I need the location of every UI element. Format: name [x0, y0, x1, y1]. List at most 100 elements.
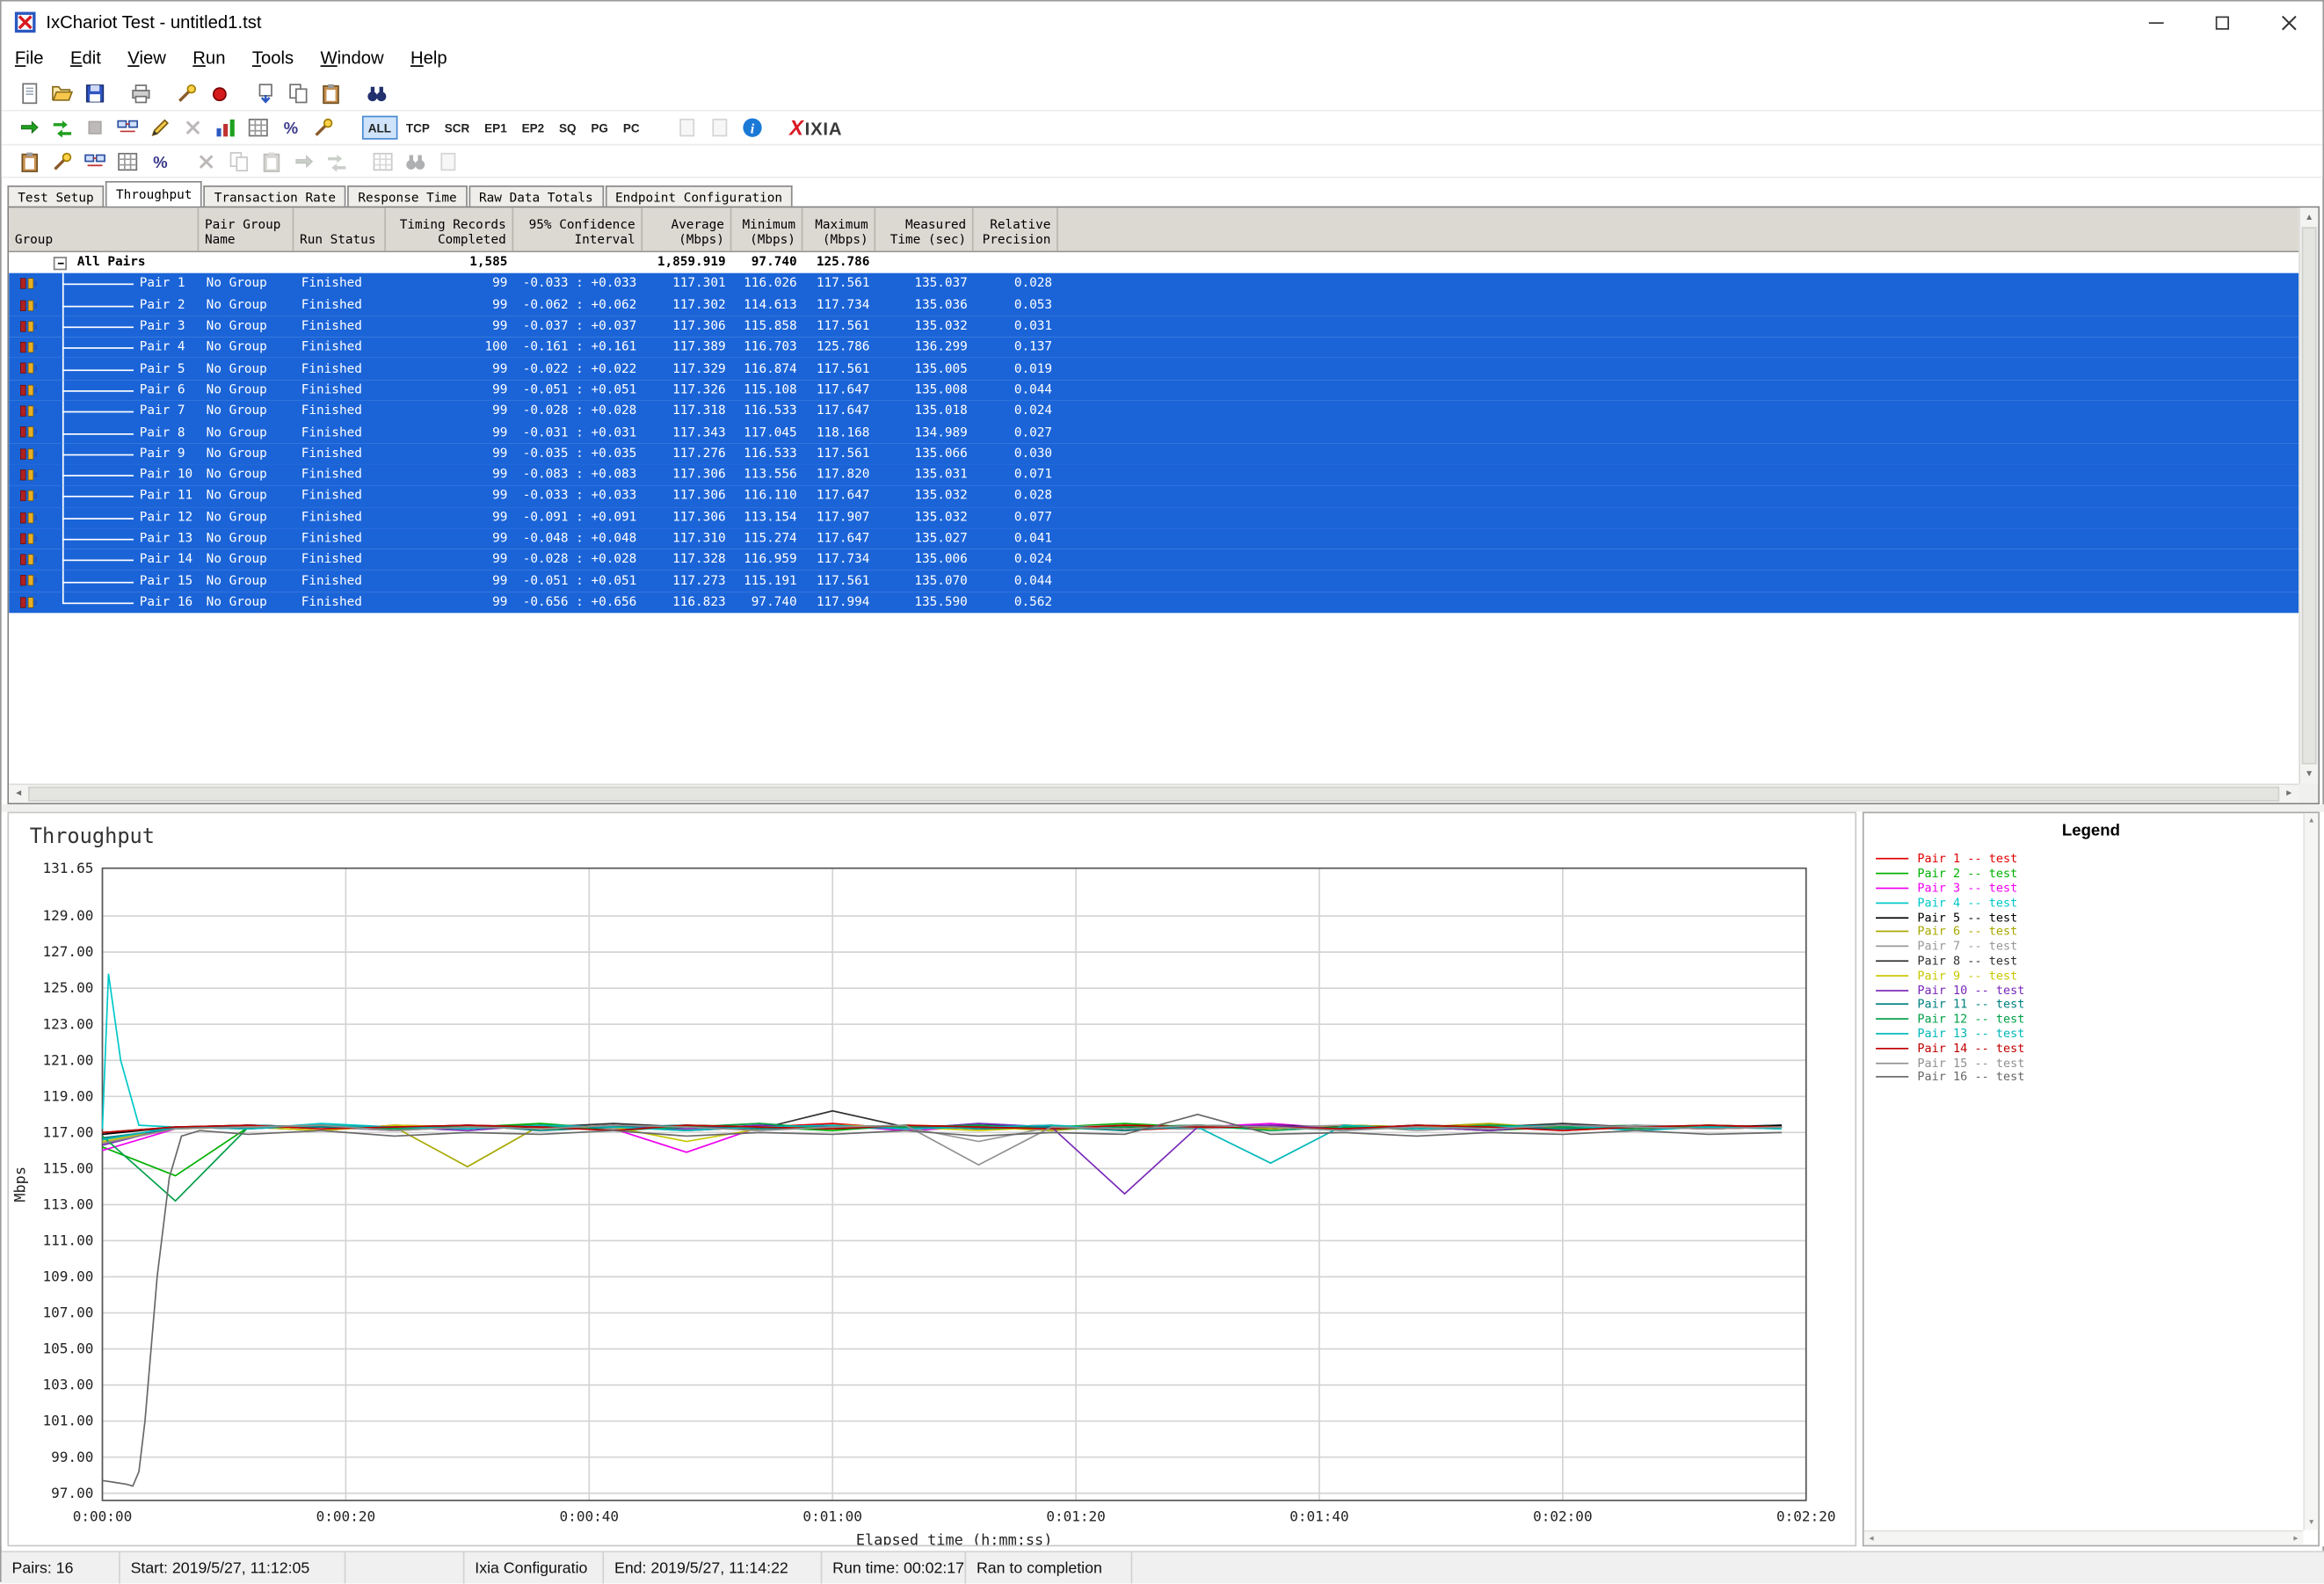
- legend-entry-pair-4-test[interactable]: Pair 4 -- test: [1876, 896, 2298, 911]
- table-row-pair-9[interactable]: Pair 9 No Group Finished 99 -0.035 : +0.035 1…: [9, 443, 2299, 465]
- legend-entry-pair-6-test[interactable]: Pair 6 -- test: [1876, 925, 2298, 940]
- paste-pair-button[interactable]: [257, 147, 287, 175]
- column-header-average-mbps[interactable]: Average (Mbps): [643, 207, 732, 251]
- table-row-pair-7[interactable]: Pair 7 No Group Finished 99 -0.028 : +0.028 1…: [9, 400, 2299, 423]
- percent-view-button[interactable]: %: [145, 147, 175, 175]
- save-test-button[interactable]: [80, 78, 110, 106]
- record-button[interactable]: [205, 78, 235, 106]
- close-button[interactable]: [2255, 2, 2322, 43]
- color-grid-button[interactable]: [113, 147, 142, 175]
- menu-file[interactable]: File: [2, 43, 57, 73]
- legend-scroll-up-arrow[interactable]: ▲: [2305, 813, 2318, 828]
- menu-edit[interactable]: Edit: [57, 43, 114, 73]
- column-header-group[interactable]: Group: [9, 207, 200, 251]
- table-vertical-scrollbar[interactable]: ▲ ▼: [2299, 207, 2319, 784]
- scroll-left-arrow[interactable]: ◄: [9, 785, 29, 803]
- copy-pair-button[interactable]: [224, 147, 254, 175]
- legend-entry-pair-8-test[interactable]: Pair 8 -- test: [1876, 954, 2298, 969]
- legend-entry-pair-3-test[interactable]: Pair 3 -- test: [1876, 881, 2298, 896]
- table-row-pair-3[interactable]: Pair 3 No Group Finished 99 -0.037 : +0.037 1…: [9, 316, 2299, 338]
- legend-horizontal-scrollbar[interactable]: ◄ ►: [1863, 1530, 2304, 1545]
- copy-button[interactable]: [283, 78, 313, 106]
- legend-entry-pair-15-test[interactable]: Pair 15 -- test: [1876, 1056, 2298, 1071]
- minimize-button[interactable]: [2122, 2, 2189, 43]
- legend-entry-pair-2-test[interactable]: Pair 2 -- test: [1876, 867, 2298, 882]
- open-test-button[interactable]: [47, 78, 77, 106]
- column-header-measured-time-sec[interactable]: Measured Time (sec): [875, 207, 974, 251]
- legend-scroll-down-arrow[interactable]: ▼: [2305, 1515, 2318, 1530]
- paste-special-button[interactable]: [15, 147, 45, 175]
- menu-run[interactable]: Run: [179, 43, 239, 73]
- legend-entry-pair-10-test[interactable]: Pair 10 -- test: [1876, 983, 2298, 998]
- scroll-right-arrow[interactable]: ►: [2279, 785, 2299, 803]
- legend-entry-pair-1-test[interactable]: Pair 1 -- test: [1876, 852, 2298, 867]
- legend-entry-pair-5-test[interactable]: Pair 5 -- test: [1876, 910, 2298, 925]
- menu-window[interactable]: Window: [307, 43, 396, 73]
- export-results-button[interactable]: [251, 78, 280, 106]
- edit-run-options-button[interactable]: [172, 78, 202, 106]
- filter-pg-button[interactable]: PG: [585, 116, 614, 140]
- filter-scr-button[interactable]: SCR: [439, 116, 476, 140]
- maximize-button[interactable]: [2189, 2, 2255, 43]
- filter-ep1-button[interactable]: EP1: [478, 116, 512, 140]
- table-row-pair-14[interactable]: Pair 14 No Group Finished 99 -0.028 : +0.028…: [9, 549, 2299, 571]
- menu-view[interactable]: View: [114, 43, 179, 73]
- legend-entry-pair-11-test[interactable]: Pair 11 -- test: [1876, 998, 2298, 1013]
- table-row-pair-6[interactable]: Pair 6 No Group Finished 99 -0.051 : +0.051 1…: [9, 379, 2299, 401]
- filter-ep2-button[interactable]: EP2: [516, 116, 550, 140]
- column-header-timing-records-completed[interactable]: Timing Records Completed: [386, 207, 514, 251]
- view-grid-button[interactable]: [243, 113, 273, 142]
- refresh-results-button[interactable]: [705, 113, 735, 142]
- filter-pc-button[interactable]: PC: [617, 116, 645, 140]
- filter-all-button[interactable]: ALL: [361, 115, 397, 140]
- stop-run-button[interactable]: [80, 113, 110, 142]
- table-row-pair-2[interactable]: Pair 2 No Group Finished 99 -0.062 : +0.062 1…: [9, 294, 2299, 316]
- menu-tools[interactable]: Tools: [239, 43, 308, 73]
- collapse-expand-icon[interactable]: [53, 256, 67, 270]
- print-button[interactable]: [127, 78, 156, 106]
- table-row-pair-15[interactable]: Pair 15 No Group Finished 99 -0.051 : +0.051…: [9, 570, 2299, 592]
- replay-test-button[interactable]: [47, 113, 77, 142]
- table-horizontal-scrollbar[interactable]: ◄ ►: [9, 783, 2299, 803]
- export-grid-button[interactable]: [433, 147, 463, 175]
- table-row-pair-1[interactable]: Pair 1 No Group Finished 99 -0.033 : +0.033 1…: [9, 273, 2299, 295]
- menu-help[interactable]: Help: [397, 43, 461, 73]
- find-button[interactable]: [362, 78, 392, 106]
- filter-tcp-button[interactable]: TCP: [400, 116, 436, 140]
- zoom-results-button[interactable]: [401, 147, 431, 175]
- comment-button[interactable]: [672, 113, 702, 142]
- horizontal-scroll-thumb[interactable]: [28, 786, 2280, 802]
- tab-throughput[interactable]: Throughput: [105, 180, 203, 207]
- edit-pair-button[interactable]: [145, 113, 175, 142]
- undo-button[interactable]: [289, 147, 319, 175]
- table-row-pair-16[interactable]: Pair 16 No Group Finished 99 -0.656 : +0.656…: [9, 592, 2299, 614]
- column-header-minimum-mbps[interactable]: Minimum (Mbps): [731, 207, 803, 251]
- column-header-pair-group-name[interactable]: Pair Group Name: [199, 207, 294, 251]
- delete-pair-button[interactable]: [178, 113, 208, 142]
- table-row-pair-5[interactable]: Pair 5 No Group Finished 99 -0.022 : +0.022 1…: [9, 358, 2299, 380]
- group-pairs-button[interactable]: [80, 147, 110, 175]
- legend-scroll-right-arrow[interactable]: ►: [2288, 1531, 2303, 1544]
- legend-vertical-scrollbar[interactable]: ▲ ▼: [2303, 813, 2319, 1530]
- cut-button[interactable]: [192, 147, 222, 175]
- test-options-button[interactable]: [309, 113, 338, 142]
- column-header-maximum-mbps[interactable]: Maximum (Mbps): [803, 207, 876, 251]
- legend-entry-pair-16-test[interactable]: Pair 16 -- test: [1876, 1070, 2298, 1085]
- vertical-scroll-thumb[interactable]: [2301, 227, 2317, 765]
- pane-splitter[interactable]: [1, 804, 2324, 812]
- legend-entry-pair-9-test[interactable]: Pair 9 -- test: [1876, 968, 2298, 983]
- legend-entry-pair-12-test[interactable]: Pair 12 -- test: [1876, 1012, 2298, 1027]
- table-row-pair-13[interactable]: Pair 13 No Group Finished 99 -0.048 : +0.048…: [9, 527, 2299, 549]
- table-row-pair-8[interactable]: Pair 8 No Group Finished 99 -0.031 : +0.031 1…: [9, 422, 2299, 444]
- magic-wand-button[interactable]: [47, 147, 77, 175]
- view-chart-button[interactable]: [211, 113, 241, 142]
- table-row-pair-10[interactable]: Pair 10 No Group Finished 99 -0.083 : +0.083…: [9, 464, 2299, 486]
- scroll-up-arrow[interactable]: ▲: [2299, 207, 2319, 228]
- table-row-pair-12[interactable]: Pair 12 No Group Finished 99 -0.091 : +0.091…: [9, 506, 2299, 528]
- column-header-run-status[interactable]: Run Status: [294, 207, 386, 251]
- info-button[interactable]: i: [737, 113, 767, 142]
- filter-sq-button[interactable]: SQ: [553, 116, 582, 140]
- add-pair-button[interactable]: [113, 113, 142, 142]
- swap-endpoints-button[interactable]: [322, 147, 352, 175]
- table-row-pair-4[interactable]: Pair 4 No Group Finished 100 -0.161 : +0.161…: [9, 337, 2299, 359]
